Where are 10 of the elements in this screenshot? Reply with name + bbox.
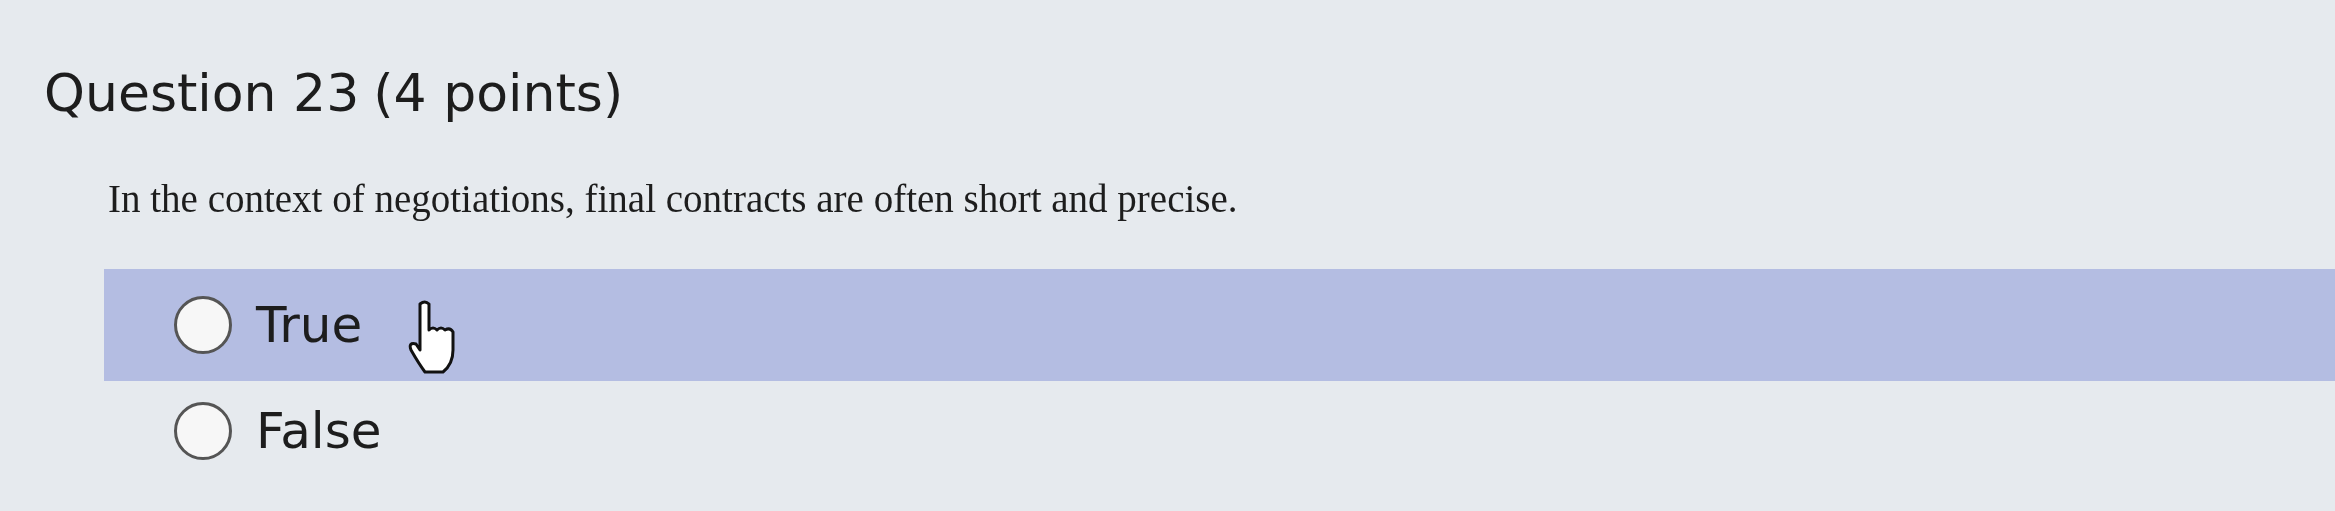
radio-button[interactable]	[174, 296, 232, 355]
hand-cursor-icon	[406, 300, 457, 375]
radio-button[interactable]	[174, 402, 232, 461]
answer-option[interactable]: True	[104, 269, 2335, 382]
answer-option[interactable]: False	[104, 381, 2335, 482]
question-title: Question 23	[44, 62, 360, 125]
question-text: In the context of negotiations, final contracts are often short and precise.	[108, 176, 1239, 222]
option-label[interactable]: False	[256, 402, 382, 461]
option-label[interactable]: True	[256, 296, 363, 355]
points-label: (4 points)	[373, 62, 624, 125]
